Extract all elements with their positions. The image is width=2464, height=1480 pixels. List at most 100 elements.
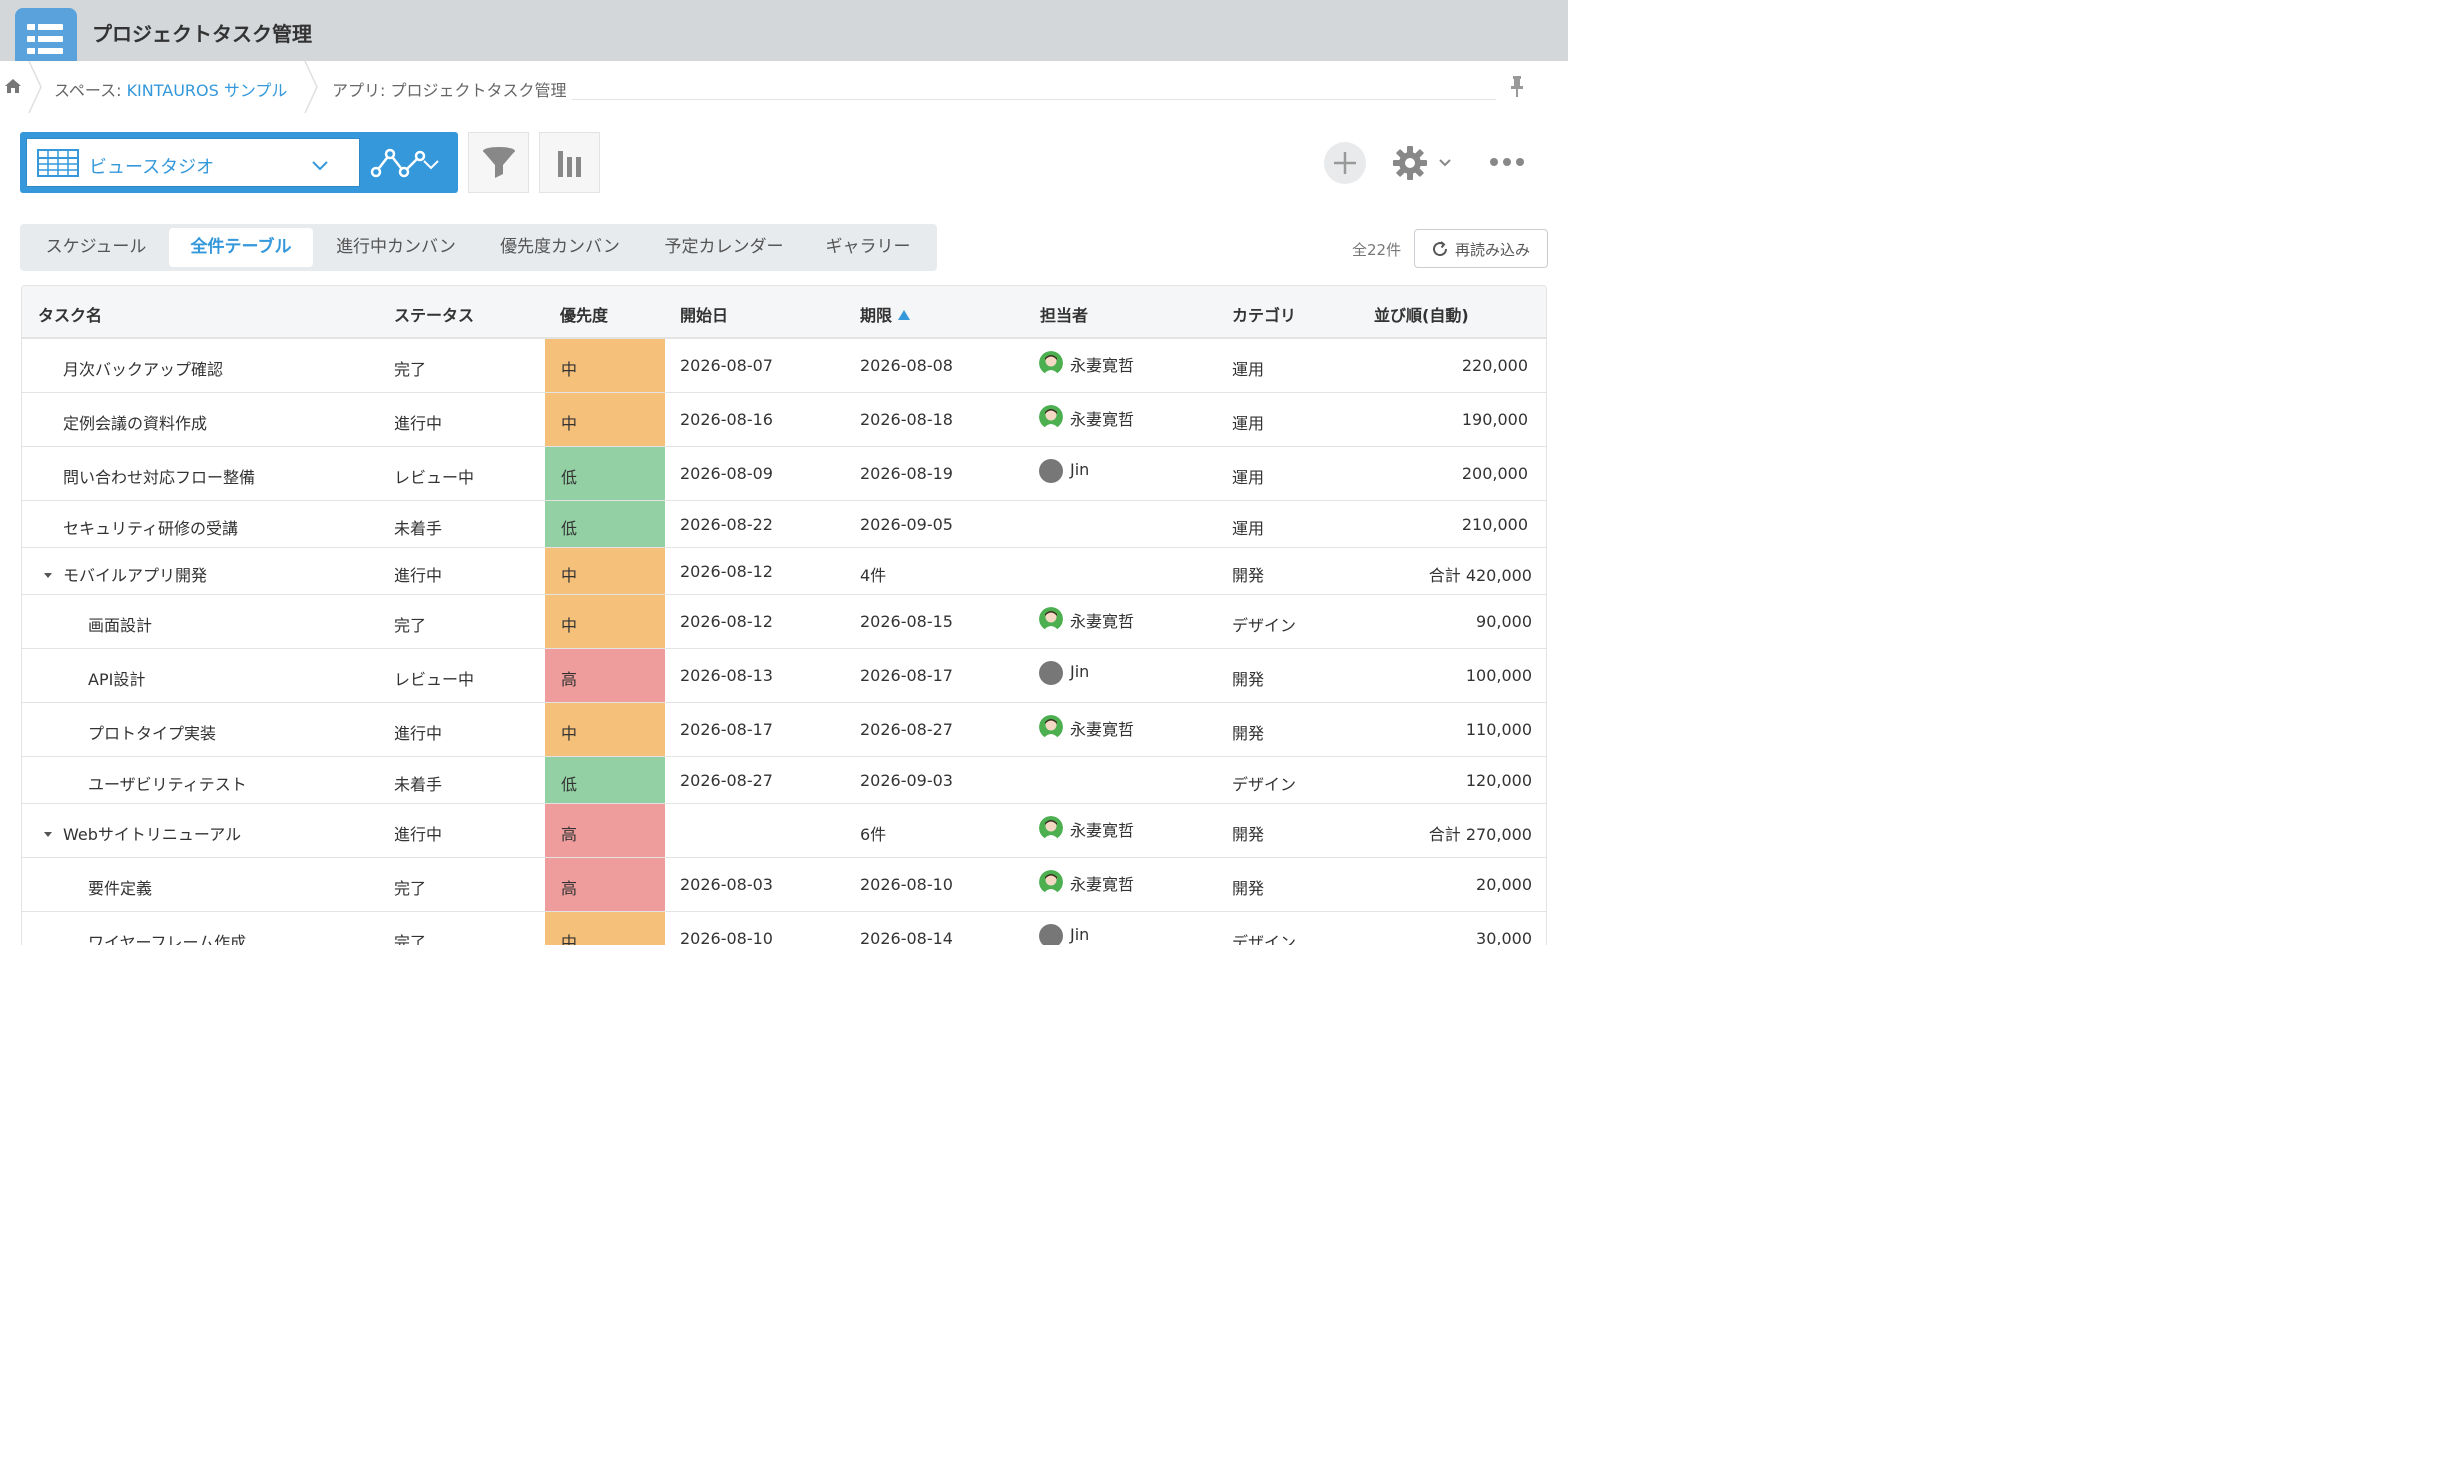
due-date: 2026-08-27 [860, 720, 953, 739]
assignee-name[interactable]: 永妻寛哲 [1070, 352, 1134, 376]
tab-schedule[interactable]: スケジュール [28, 228, 164, 267]
task-name[interactable]: プロトタイプ実装 [88, 720, 216, 744]
breadcrumb: スペース: KINTAUROS サンプル アプリ: プロジェクトタスク管理 [0, 61, 1568, 113]
category-value: 開発 [1232, 879, 1265, 898]
assignee-name[interactable]: 永妻寛哲 [1070, 716, 1134, 740]
column-header-due[interactable]: 期限 [860, 302, 911, 326]
category-value: デザイン [1232, 775, 1297, 794]
priority-cell: 中 [545, 339, 665, 392]
order-value: 合計 420,000 [1428, 566, 1532, 585]
task-name[interactable]: セキュリティ研修の受講 [63, 515, 238, 539]
order-value: 90,000 [1476, 612, 1532, 631]
assignee-name[interactable]: 永妻寛哲 [1070, 406, 1134, 430]
task-name[interactable]: 画面設計 [88, 612, 152, 636]
start-date: 2026-08-12 [680, 562, 773, 581]
priority-value: 中 [561, 724, 578, 743]
order-value: 190,000 [1461, 410, 1528, 429]
more-options-icon[interactable] [1488, 156, 1526, 168]
task-name[interactable]: 定例会議の資料作成 [63, 410, 207, 434]
table-row[interactable]: セキュリティ研修の受講 未着手 低 2026-08-22 2026-09-05 運用 210… [22, 501, 1546, 548]
graph-chevron-down-icon[interactable] [422, 158, 440, 170]
breadcrumb-separator [28, 61, 42, 113]
column-header-order[interactable]: 並び順(自動) [1374, 302, 1469, 326]
start-date: 2026-08-17 [680, 720, 773, 739]
status-value: 未着手 [394, 775, 443, 794]
column-header-priority[interactable]: 優先度 [560, 302, 608, 326]
task-name[interactable]: ユーザビリティテスト [88, 771, 247, 795]
view-dropdown[interactable]: ビュースタジオ [26, 138, 360, 187]
order-value: 合計 270,000 [1428, 825, 1532, 844]
settings-chevron-down-icon[interactable] [1438, 158, 1452, 167]
table-header: タスク名 ステータス 優先度 開始日 期限 担当者 カテゴリ 並び順(自動) [22, 286, 1546, 339]
priority-cell: 中 [545, 912, 665, 945]
table-row[interactable]: 定例会議の資料作成 進行中 中 2026-08-16 2026-08-18 永妻寛哲 運用 1… [22, 393, 1546, 447]
table-row[interactable]: ユーザビリティテスト 未着手 低 2026-08-27 2026-09-03 デザイン 12… [22, 757, 1546, 804]
gear-icon[interactable] [1392, 145, 1428, 181]
pin-icon[interactable] [1508, 75, 1526, 97]
avatar [1039, 661, 1063, 685]
tab-gallery[interactable]: ギャラリー [812, 228, 924, 267]
task-name[interactable]: Webサイトリニューアル [63, 821, 241, 845]
table-row[interactable]: 月次バックアップ確認 完了 中 2026-08-07 2026-08-08 永妻寛哲 運用 2… [22, 339, 1546, 393]
avatar [1039, 715, 1063, 739]
filter-button[interactable] [468, 132, 529, 193]
priority-value: 中 [561, 360, 578, 379]
tab-in-progress-kanban[interactable]: 進行中カンバン [320, 228, 472, 267]
view-selector: ビュースタジオ [20, 132, 458, 193]
add-record-button[interactable] [1324, 142, 1366, 184]
home-icon[interactable] [4, 77, 22, 95]
task-name[interactable]: 要件定義 [88, 875, 152, 899]
task-name[interactable]: モバイルアプリ開発 [63, 562, 207, 586]
table-view-icon [37, 149, 79, 177]
group-row[interactable]: モバイルアプリ開発 進行中 中 2026-08-12 4件 開発 合計 420,000 [22, 548, 1546, 595]
reload-button[interactable]: 再読み込み [1414, 229, 1548, 268]
table-row[interactable]: 問い合わせ対応フロー整備 レビュー中 低 2026-08-09 2026-08-19 Ji… [22, 447, 1546, 501]
avatar [1039, 351, 1063, 375]
column-header-status[interactable]: ステータス [394, 302, 474, 326]
breadcrumb-space-prefix: スペース: [54, 81, 127, 100]
breadcrumb-space-link[interactable]: KINTAUROS サンプル [127, 81, 288, 100]
table-row[interactable]: プロトタイプ実装 進行中 中 2026-08-17 2026-08-27 永妻寛哲 開発 11… [22, 703, 1546, 757]
start-date: 2026-08-13 [680, 666, 773, 685]
table-row[interactable]: 画面設計 完了 中 2026-08-12 2026-08-15 永妻寛哲 デザイン 90,00… [22, 595, 1546, 649]
collapse-toggle-icon[interactable] [44, 573, 52, 578]
task-name[interactable]: ワイヤーフレーム作成 [88, 929, 246, 945]
status-value: レビュー中 [394, 670, 475, 689]
assignee-name[interactable]: 永妻寛哲 [1070, 871, 1134, 895]
assignee-name[interactable]: Jin [1070, 460, 1089, 479]
breadcrumb-space[interactable]: スペース: KINTAUROS サンプル [54, 77, 287, 101]
start-date: 2026-08-07 [680, 356, 773, 375]
category-value: 運用 [1232, 519, 1265, 538]
tab-schedule-calendar[interactable]: 予定カレンダー [648, 228, 800, 267]
order-value: 30,000 [1476, 929, 1532, 945]
task-name[interactable]: 月次バックアップ確認 [63, 356, 223, 380]
order-value: 120,000 [1465, 771, 1532, 790]
column-header-category[interactable]: カテゴリ [1232, 302, 1296, 326]
table-row[interactable]: API設計 レビュー中 高 2026-08-13 2026-08-17 Jin 開発 100,… [22, 649, 1546, 703]
task-name[interactable]: API設計 [88, 666, 145, 690]
table-row[interactable]: ワイヤーフレーム作成 完了 中 2026-08-10 2026-08-14 Jin デザイン… [22, 912, 1546, 945]
task-name[interactable]: 問い合わせ対応フロー整備 [63, 464, 255, 488]
column-header-task[interactable]: タスク名 [38, 302, 102, 326]
table-row[interactable]: 要件定義 完了 高 2026-08-03 2026-08-10 永妻寛哲 開発 20,000 [22, 858, 1546, 912]
start-date: 2026-08-22 [680, 515, 773, 534]
group-row[interactable]: Webサイトリニューアル 進行中 高 6件 永妻寛哲 開発 合計 270,000 [22, 804, 1546, 858]
assignee-name[interactable]: 永妻寛哲 [1070, 608, 1134, 632]
column-header-start[interactable]: 開始日 [680, 302, 728, 326]
category-value: 運用 [1232, 414, 1265, 433]
order-value: 20,000 [1476, 875, 1532, 894]
start-date: 2026-08-27 [680, 771, 773, 790]
chart-button[interactable] [539, 132, 600, 193]
tab-all-table[interactable]: 全件テーブル [169, 228, 313, 267]
collapse-toggle-icon[interactable] [44, 832, 52, 837]
view-tabs: スケジュール 全件テーブル 進行中カンバン 優先度カンバン 予定カレンダー ギャ… [20, 224, 937, 271]
assignee-name[interactable]: Jin [1070, 662, 1089, 681]
tab-priority-kanban[interactable]: 優先度カンバン [484, 228, 636, 267]
column-header-assignee[interactable]: 担当者 [1040, 302, 1088, 326]
assignee-name[interactable]: Jin [1070, 925, 1089, 944]
avatar [1039, 607, 1063, 631]
graph-view-icon[interactable] [370, 146, 426, 180]
assignee-name[interactable]: 永妻寛哲 [1070, 817, 1134, 841]
breadcrumb-app: アプリ: プロジェクトタスク管理 [332, 81, 567, 100]
order-value: 220,000 [1461, 356, 1528, 375]
